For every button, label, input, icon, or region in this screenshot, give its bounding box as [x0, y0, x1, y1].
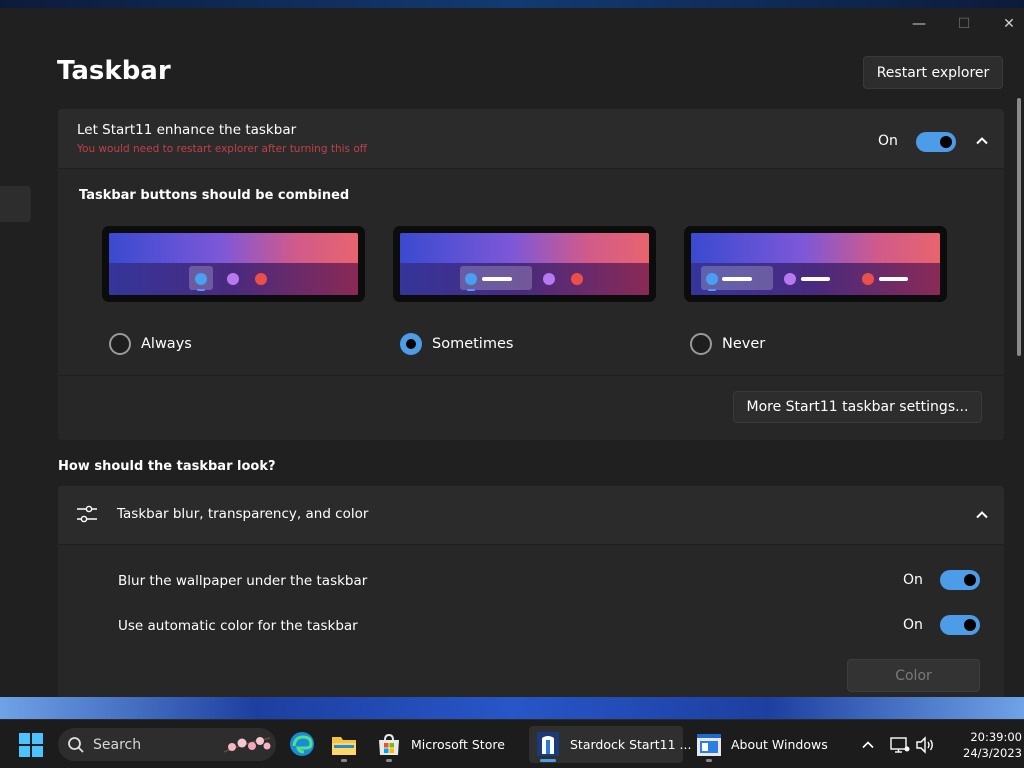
more-settings-panel: More Start11 taskbar settings...	[58, 376, 1004, 440]
taskbar-app-about-windows[interactable]: About Windows	[690, 726, 830, 763]
microsoft-store-label: Microsoft Store	[411, 737, 505, 752]
windows-start-icon[interactable]	[19, 733, 43, 757]
automatic-color-toggle[interactable]	[940, 615, 980, 635]
automatic-color-label: Use automatic color for the taskbar	[118, 618, 358, 634]
volume-icon[interactable]	[915, 736, 935, 754]
cherry-blossom-icon	[223, 737, 271, 753]
chevron-up-icon[interactable]	[974, 507, 990, 523]
taskbar-app-stardock-start11[interactable]: Stardock Start11 ...	[529, 726, 691, 763]
search-label: Search	[93, 737, 142, 753]
enhance-taskbar-warning: You would need to restart explorer after…	[77, 143, 367, 155]
radio-button[interactable]	[109, 333, 131, 355]
preview-never[interactable]	[684, 226, 947, 302]
close-button[interactable]: ✕	[986, 10, 1024, 38]
active-indicator	[540, 759, 556, 762]
scrollbar-thumb[interactable]	[1017, 98, 1021, 356]
running-indicator	[341, 759, 347, 762]
blur-wallpaper-label: Blur the wallpaper under the taskbar	[118, 573, 368, 589]
about-windows-icon	[697, 734, 721, 756]
preview-always[interactable]	[102, 226, 365, 302]
look-section-heading: How should the taskbar look?	[58, 459, 276, 474]
combine-buttons-title: Taskbar buttons should be combined	[79, 188, 350, 203]
search-icon	[68, 737, 84, 753]
radio-label: Sometimes	[432, 336, 514, 352]
radio-always[interactable]: Always	[109, 333, 192, 355]
chevron-up-icon[interactable]	[974, 133, 990, 149]
running-indicator	[706, 759, 712, 762]
maximize-button[interactable]: ☐	[941, 10, 987, 38]
microsoft-store-icon	[379, 733, 399, 755]
sidebar-selected-item[interactable]	[0, 186, 31, 222]
enhance-state-label: On	[878, 133, 898, 149]
blur-section-body: Blur the wallpaper under the taskbar On …	[58, 545, 1004, 697]
taskbar: Search Microsoft Store Stardock Start11 …	[0, 719, 1024, 768]
radio-never[interactable]: Never	[690, 333, 765, 355]
page-title: Taskbar	[57, 56, 171, 86]
stardock-start11-label: Stardock Start11 ...	[570, 737, 692, 752]
radio-button-selected[interactable]	[400, 333, 422, 355]
enhance-taskbar-header[interactable]: Let Start11 enhance the taskbar You woul…	[58, 109, 1004, 168]
clock-time: 20:39:00	[970, 730, 1022, 744]
preview-sometimes[interactable]	[393, 226, 656, 302]
edge-icon	[290, 732, 314, 756]
radio-label: Always	[141, 336, 192, 352]
radio-sometimes[interactable]: Sometimes	[400, 333, 513, 355]
taskbar-clock[interactable]: 20:39:00 24/3/2023	[942, 729, 1022, 761]
more-taskbar-settings-button[interactable]: More Start11 taskbar settings...	[733, 391, 982, 423]
taskbar-app-file-explorer[interactable]	[325, 726, 363, 763]
desktop-wallpaper	[0, 697, 1024, 719]
desktop-top-strip	[0, 0, 1024, 8]
clock-date: 24/3/2023	[963, 746, 1022, 760]
blur-wallpaper-state: On	[903, 572, 923, 588]
blur-wallpaper-toggle[interactable]	[940, 570, 980, 590]
combine-buttons-panel: Taskbar buttons should be combined Alway…	[58, 169, 1004, 375]
automatic-color-state: On	[903, 617, 923, 633]
stardock-start11-icon	[537, 732, 559, 756]
show-hidden-icons-chevron-icon[interactable]	[861, 738, 875, 752]
enhance-taskbar-title: Let Start11 enhance the taskbar	[77, 122, 297, 138]
settings-window: — ☐ ✕ Taskbar Restart explorer Let Start…	[0, 8, 1024, 697]
taskbar-app-microsoft-store[interactable]: Microsoft Store	[370, 726, 505, 763]
running-indicator	[386, 759, 392, 762]
blur-section-title: Taskbar blur, transparency, and color	[117, 506, 369, 522]
color-button[interactable]: Color	[847, 659, 980, 692]
radio-button[interactable]	[690, 333, 712, 355]
restart-explorer-button[interactable]: Restart explorer	[863, 56, 1003, 89]
minimize-button[interactable]: —	[896, 10, 942, 38]
radio-label: Never	[722, 336, 766, 352]
file-explorer-icon	[332, 737, 356, 755]
enhance-taskbar-toggle[interactable]	[916, 132, 956, 152]
about-windows-label: About Windows	[731, 737, 828, 752]
taskbar-search[interactable]: Search	[58, 728, 276, 761]
blur-section-header[interactable]: Taskbar blur, transparency, and color	[58, 486, 1004, 544]
taskbar-app-edge[interactable]	[283, 726, 321, 763]
network-icon[interactable]	[890, 736, 910, 754]
sliders-icon	[77, 505, 97, 523]
